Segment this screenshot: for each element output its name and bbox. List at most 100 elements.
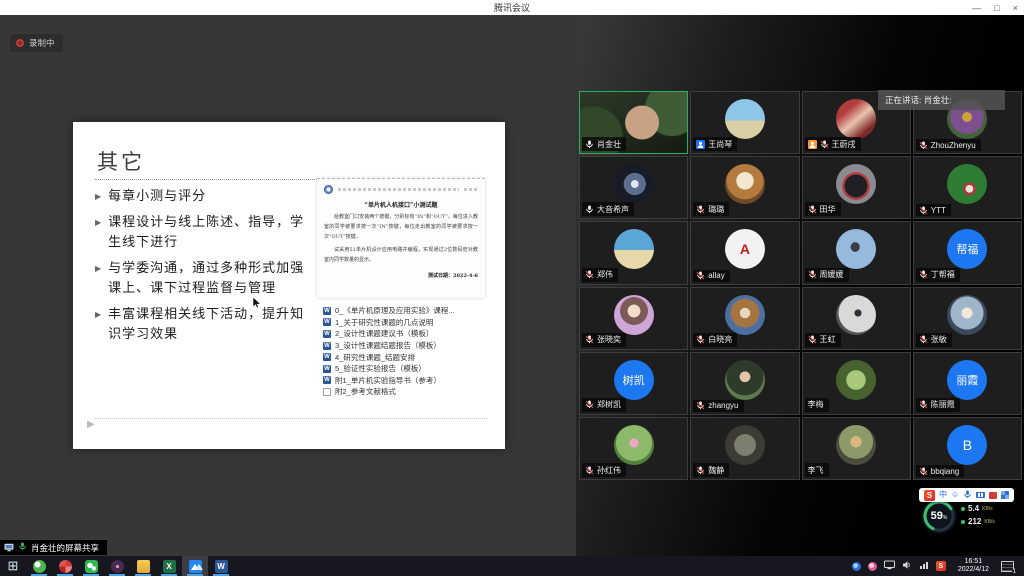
taskbar-excel[interactable]: X: [156, 556, 182, 576]
participant-tile-11[interactable]: 周媛媛: [802, 221, 911, 284]
participant-avatar: [836, 295, 876, 335]
file-item: W2_设计性课题建议书（模板）: [323, 328, 499, 340]
start-icon: ⊞: [7, 560, 20, 573]
taskbar-file-explorer[interactable]: [130, 556, 156, 576]
chinese-mode-icon[interactable]: 中: [939, 491, 947, 499]
taskbar-start[interactable]: ⊞: [0, 556, 26, 576]
slide-title: 其它: [97, 146, 145, 176]
mic-muted-icon: [808, 205, 817, 214]
school-logo-icon: [324, 185, 333, 194]
voice-input-icon[interactable]: [963, 486, 972, 504]
participant-avatar: [725, 295, 765, 335]
participant-name: 陈丽霞: [931, 399, 955, 410]
participant-avatar: [836, 229, 876, 269]
participant-namebar: 魏静: [693, 463, 729, 477]
action-center-icon[interactable]: 1: [1001, 561, 1014, 572]
toolbox-grid-icon[interactable]: [1001, 491, 1009, 499]
close-button[interactable]: ×: [1013, 3, 1018, 13]
participant-tile-13[interactable]: 张晓奕: [579, 287, 688, 350]
maximize-button[interactable]: □: [994, 3, 999, 13]
participant-tile-23[interactable]: 李飞: [802, 417, 911, 480]
taskbar-clock[interactable]: 16:51 2022/4/12: [953, 558, 994, 574]
recording-badge: 录制中: [10, 34, 63, 52]
monitor-tray-icon[interactable]: [884, 557, 895, 575]
participant-tile-10[interactable]: Aallay: [690, 221, 799, 284]
participant-tile-21[interactable]: 孙红伟: [579, 417, 688, 480]
participant-tile-8[interactable]: YTT: [913, 156, 1022, 219]
skin-icon[interactable]: [989, 492, 997, 499]
triangle-bullet-icon: ▶: [95, 213, 101, 253]
keyboard-icon[interactable]: [976, 492, 985, 498]
participant-name: ZhouZhenyu: [931, 141, 976, 150]
screen-share-status-bar: 肖金壮的屏幕共享: [0, 540, 107, 555]
participant-avatar: 帮福: [947, 229, 987, 269]
mic-muted-icon: [585, 466, 594, 475]
participant-tile-20[interactable]: 丽霞陈丽霞: [913, 352, 1022, 415]
participant-tile-14[interactable]: 白晓亮: [690, 287, 799, 350]
participant-name: 魏静: [708, 465, 724, 476]
participant-tile-24[interactable]: Bbbqiang: [913, 417, 1022, 480]
triangle-bullet-icon: ▶: [95, 259, 101, 299]
participant-tile-22[interactable]: 魏静: [690, 417, 799, 480]
minimize-button[interactable]: —: [972, 3, 981, 13]
participant-name: zhangyu: [708, 401, 738, 410]
participant-namebar: bbqiang: [916, 465, 964, 477]
speaker-tray-icon[interactable]: [902, 557, 912, 575]
mic-muted-icon: [696, 466, 705, 475]
participant-name: 白晓亮: [708, 334, 732, 345]
participant-avatar: [725, 360, 765, 400]
participant-name: 王蔚戌: [832, 139, 856, 150]
record-dot-icon: [16, 39, 24, 47]
participant-namebar: 张敏: [916, 333, 952, 347]
taskbar-tencent-meeting[interactable]: [182, 556, 208, 576]
word-icon: W: [323, 330, 331, 338]
triangle-bullet-icon: ▶: [95, 187, 101, 207]
app-blue-tray-icon[interactable]: [852, 562, 861, 571]
participant-tile-19[interactable]: 李梅: [802, 352, 911, 415]
word-icon: W: [323, 365, 331, 373]
word-icon: W: [323, 318, 331, 326]
shared-slide: 其它 ▶每章小测与评分▶课程设计与线上陈述、指导，学生线下进行▶与学委沟通，通过…: [73, 122, 505, 449]
participant-tile-16[interactable]: 张敏: [913, 287, 1022, 350]
participant-tile-5[interactable]: 大音希声: [579, 156, 688, 219]
participant-name: 田华: [820, 204, 836, 215]
notification-badge: 1: [1012, 569, 1017, 575]
participant-namebar: 孙红伟: [582, 463, 626, 477]
sogou-logo-icon[interactable]: S: [924, 490, 935, 501]
mic-muted-icon: [585, 270, 594, 279]
participant-tile-6[interactable]: 璐璐: [690, 156, 799, 219]
participant-tile-15[interactable]: 王虹: [802, 287, 911, 350]
bullet-text: 每章小测与评分: [108, 187, 206, 207]
taskbar-word[interactable]: W: [208, 556, 234, 576]
participant-tile-7[interactable]: 田华: [802, 156, 911, 219]
ime-toolbar[interactable]: S中 ☺: [919, 488, 1014, 502]
participant-namebar: allay: [693, 270, 729, 282]
participant-tile-17[interactable]: 树凯郑树凯: [579, 352, 688, 415]
file-item: W3_设计性课题结题报告（模板）: [323, 340, 499, 352]
taskbar-browser-360[interactable]: [26, 556, 52, 576]
mic-muted-icon: [585, 400, 594, 409]
download-speed: 212 KB/s: [961, 515, 995, 528]
taskbar-apps: ⊞ X W: [0, 556, 234, 576]
participant-tile-18[interactable]: zhangyu: [690, 352, 799, 415]
participant-tile-9[interactable]: 郑伟: [579, 221, 688, 284]
participant-tile-2[interactable]: 王尚琴: [690, 91, 799, 154]
bullet-text: 丰富课程相关线下活动，提升知识学习效果: [108, 305, 317, 345]
file-icon: [323, 388, 331, 396]
participant-tile-12[interactable]: 帮福丁帮福: [913, 221, 1022, 284]
taskbar-wechat[interactable]: [78, 556, 104, 576]
taskbar-app-red[interactable]: [52, 556, 78, 576]
mic-muted-icon: [820, 140, 829, 149]
participant-namebar: 大音希声: [582, 202, 634, 216]
taskbar-app-dark[interactable]: [104, 556, 130, 576]
sogou-tray-icon[interactable]: S: [936, 561, 946, 571]
participant-avatar: [836, 360, 876, 400]
smiley-icon[interactable]: ☺: [951, 491, 959, 499]
network-tray-icon[interactable]: [919, 557, 929, 575]
participant-name: 璐璐: [708, 204, 724, 215]
app-pink-tray-icon[interactable]: [868, 562, 877, 571]
file-item: W 1_关于研究性课题的几点说明: [323, 317, 499, 329]
participant-tile-1[interactable]: 肖金壮: [579, 91, 688, 154]
participant-namebar: 王虹: [805, 333, 841, 347]
file-name: 1_关于研究性课题的几点说明: [335, 317, 433, 328]
